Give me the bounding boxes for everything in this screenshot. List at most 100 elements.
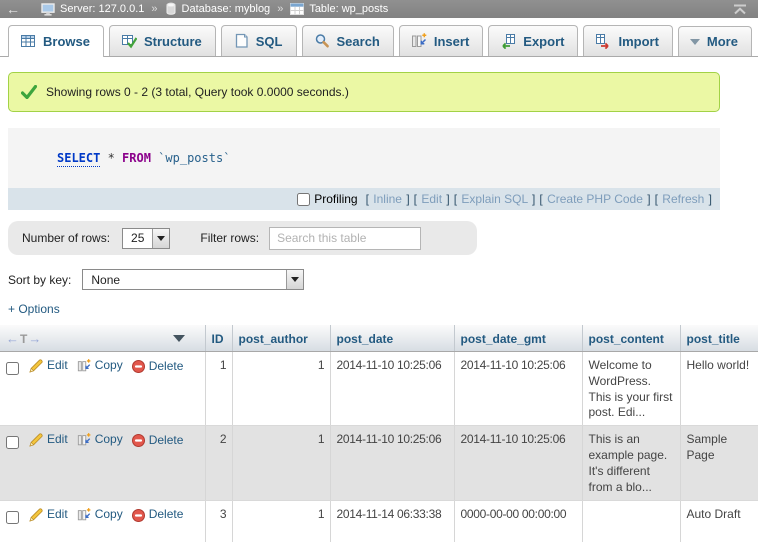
back-arrow-icon[interactable]: ←	[6, 2, 20, 16]
server-icon	[41, 3, 55, 16]
edit-link[interactable]: Edit	[29, 358, 68, 374]
tab-bar: Browse Structure SQL Search Insert Expor…	[0, 18, 758, 57]
cell-post-title: Sample Page	[680, 426, 758, 500]
tab-insert[interactable]: Insert	[399, 25, 483, 56]
inline-action: [ Inline ]	[365, 192, 411, 206]
column-order-arrows[interactable]: ←T→	[6, 331, 42, 346]
row-select-checkbox[interactable]	[6, 511, 19, 524]
delete-minus-icon	[132, 434, 145, 447]
tab-label: Search	[337, 34, 380, 49]
select-dropdown-button[interactable]	[286, 270, 303, 289]
copy-link[interactable]: Copy	[77, 507, 123, 523]
tab-label: More	[707, 34, 738, 49]
chevron-down-icon	[690, 39, 700, 45]
cell-id: 1	[205, 352, 232, 426]
row-select-checkbox[interactable]	[6, 436, 19, 449]
tab-label: Import	[618, 34, 658, 49]
create-php-code-link[interactable]: Create PHP Code	[547, 192, 643, 206]
edit-link[interactable]: Edit	[29, 507, 68, 523]
rows-per-page-select[interactable]: 25	[122, 228, 170, 249]
tab-more[interactable]: More	[678, 26, 752, 56]
status-message: Showing rows 0 - 2 (3 total, Query took …	[8, 72, 720, 112]
edit-action: [ Edit ]	[413, 192, 451, 206]
cell-post-date: 2014-11-14 06:33:38	[330, 500, 454, 542]
delete-link[interactable]: Delete	[132, 507, 184, 523]
row-actions-cell: Edit Copy Delete	[0, 352, 205, 426]
search-icon	[314, 33, 330, 49]
column-header-post-content[interactable]: post_content	[582, 325, 680, 352]
refresh-action: [ Refresh ]	[654, 192, 713, 206]
explain-sql-link[interactable]: Explain SQL	[461, 192, 527, 206]
refresh-link[interactable]: Refresh	[662, 192, 704, 206]
filter-rows-label: Filter rows:	[200, 231, 259, 245]
table-icon	[290, 3, 304, 15]
profiling-checkbox[interactable]	[297, 193, 310, 206]
success-check-icon	[21, 85, 37, 99]
tab-structure[interactable]: Structure	[109, 25, 216, 56]
chevron-down-icon	[291, 277, 299, 282]
table-header-row: ←T→ ID post_author post_date post_date_g…	[0, 325, 758, 352]
tab-sql[interactable]: SQL	[221, 25, 297, 56]
breadcrumb-server[interactable]: Server: 127.0.0.1	[60, 3, 144, 15]
sort-by-key-label: Sort by key:	[8, 273, 71, 287]
breadcrumb-table[interactable]: Table: wp_posts	[309, 3, 388, 15]
sql-keyword-from: FROM	[122, 151, 151, 165]
breadcrumb-separator: »	[151, 3, 157, 15]
tab-label: Structure	[144, 34, 202, 49]
cell-post-author: 1	[232, 352, 330, 426]
column-header-post-title[interactable]: post_title	[680, 325, 758, 352]
cell-post-date: 2014-11-10 10:25:06	[330, 352, 454, 426]
edit-pencil-icon	[29, 508, 43, 522]
tab-browse[interactable]: Browse	[8, 25, 104, 57]
tab-import[interactable]: Import	[583, 25, 672, 56]
column-header-actions[interactable]: ←T→	[0, 325, 205, 352]
cell-post-date: 2014-11-10 10:25:06	[330, 426, 454, 500]
profiling-label: Profiling	[314, 192, 357, 206]
copy-link[interactable]: Copy	[77, 358, 123, 374]
php-code-action: [ Create PHP Code ]	[538, 192, 651, 206]
status-message-text: Showing rows 0 - 2 (3 total, Query took …	[46, 85, 349, 99]
inline-link[interactable]: Inline	[373, 192, 402, 206]
copy-link[interactable]: Copy	[77, 432, 123, 448]
edit-query-link[interactable]: Edit	[421, 192, 442, 206]
column-header-post-author[interactable]: post_author	[232, 325, 330, 352]
number-of-rows-label: Number of rows:	[22, 231, 110, 245]
delete-link[interactable]: Delete	[132, 359, 184, 375]
column-header-id[interactable]: ID	[205, 325, 232, 352]
database-icon	[165, 2, 177, 16]
cell-post-content: This is an example page. It's different …	[582, 426, 680, 500]
row-actions-cell: Edit Copy Delete	[0, 500, 205, 542]
delete-link[interactable]: Delete	[132, 433, 184, 449]
copy-row-icon	[77, 433, 91, 447]
chevron-down-icon	[157, 236, 165, 241]
row-actions-cell: Edit Copy Delete	[0, 426, 205, 500]
cell-post-date-gmt: 2014-11-10 10:25:06	[454, 426, 582, 500]
copy-row-icon	[77, 359, 91, 373]
column-header-post-date-gmt[interactable]: post_date_gmt	[454, 325, 582, 352]
sql-document-icon	[233, 33, 249, 49]
copy-row-icon	[77, 508, 91, 522]
query-tools-bar: Profiling [ Inline ] [ Edit ] [ Explain …	[8, 188, 720, 210]
delete-minus-icon	[132, 509, 145, 522]
edit-pencil-icon	[29, 359, 43, 373]
breadcrumb-separator: »	[277, 3, 283, 15]
breadcrumb-database[interactable]: Database: myblog	[182, 3, 271, 15]
tab-export[interactable]: Export	[488, 25, 578, 56]
header-dropdown-icon[interactable]	[173, 335, 185, 342]
edit-link[interactable]: Edit	[29, 432, 68, 448]
row-select-checkbox[interactable]	[6, 362, 19, 375]
filter-search-input[interactable]	[269, 227, 421, 250]
options-toggle-link[interactable]: + Options	[8, 302, 60, 316]
tab-search[interactable]: Search	[302, 25, 394, 56]
browse-table-icon	[20, 33, 36, 49]
cell-post-date-gmt: 2014-11-10 10:25:06	[454, 352, 582, 426]
cell-post-content	[582, 500, 680, 542]
explain-action: [ Explain SQL ]	[453, 192, 537, 206]
sql-keyword-select: SELECT	[57, 151, 100, 167]
column-header-post-date[interactable]: post_date	[330, 325, 454, 352]
collapse-toolbar-icon[interactable]	[732, 4, 748, 15]
sort-key-select[interactable]: None	[82, 269, 304, 290]
sql-table-reference: `wp_posts`	[151, 151, 230, 165]
select-dropdown-button[interactable]	[152, 229, 169, 248]
structure-icon	[121, 33, 137, 49]
